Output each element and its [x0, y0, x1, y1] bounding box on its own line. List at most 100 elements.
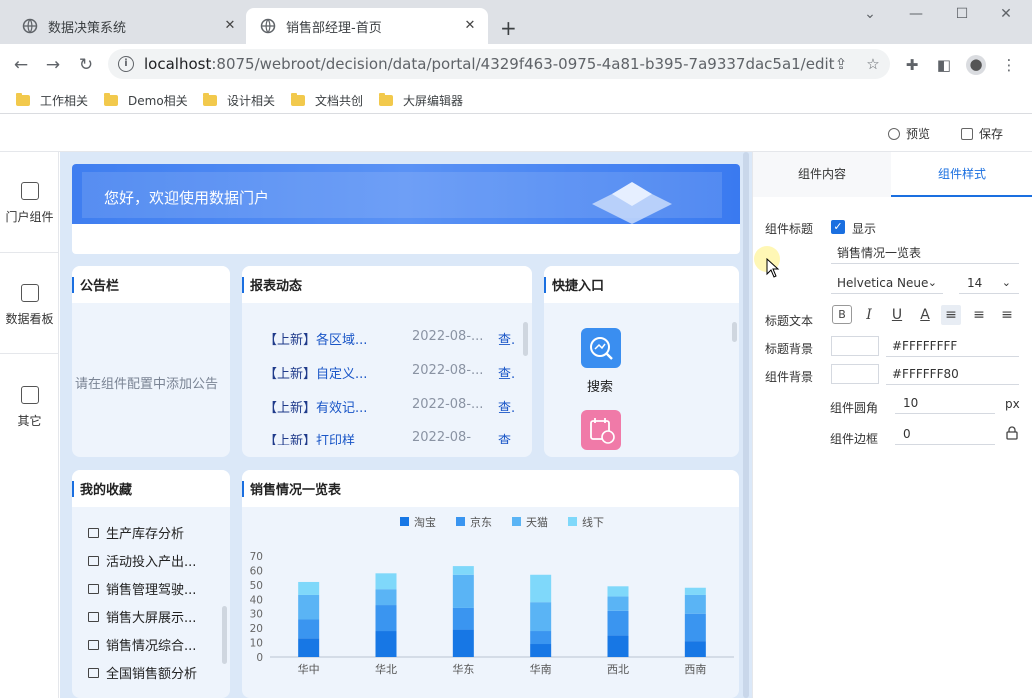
font-family-select[interactable]: Helvetica Neue ⌄ — [831, 272, 943, 294]
sidebar-item-other[interactable]: 其它 — [0, 386, 59, 486]
bar-segment — [607, 635, 629, 657]
report-view-link[interactable]: 查. — [498, 363, 515, 382]
minimize-icon[interactable]: — — [906, 6, 926, 26]
bookmark-folder[interactable]: 设计相关 — [203, 90, 275, 110]
align-center-icon[interactable]: ≡ — [969, 305, 989, 325]
label-title-text: 标题文本 — [765, 314, 814, 328]
y-tick-label: 10 — [250, 638, 263, 650]
schedule-shortcut-button[interactable] — [581, 410, 621, 450]
report-view-link[interactable]: 查. — [498, 329, 515, 348]
sales-overview-card[interactable]: 销售情况一览表 淘宝 京东 天猫 线下 0 10 20 30 40 50 60 70 华中 华北 华东 华南 西… — [242, 470, 739, 698]
profile-avatar-icon[interactable]: ● — [966, 55, 986, 75]
title-bg-color-swatch[interactable] — [831, 336, 879, 356]
close-tab-icon[interactable]: ✕ — [222, 18, 238, 34]
corner-radius-value: 10 — [903, 395, 919, 410]
label-corner-radius: 组件圆角 — [830, 401, 879, 415]
new-tab-icon[interactable]: + — [500, 18, 517, 38]
underline-icon[interactable]: U — [887, 305, 907, 325]
favorite-item[interactable]: 销售大屏展示... — [88, 607, 196, 626]
report-name[interactable]: 自定义... — [316, 367, 367, 382]
report-view-link[interactable]: 查 — [498, 430, 511, 445]
scrollbar-thumb[interactable] — [222, 606, 227, 664]
save-button[interactable]: 保存 — [961, 125, 1003, 142]
sidebar-item-dashboards[interactable]: 数据看板 — [0, 284, 59, 384]
forward-icon[interactable]: → — [44, 56, 62, 74]
italic-icon[interactable]: I — [859, 305, 879, 325]
report-row[interactable]: 【上新】打印样 2022-08- 查 — [264, 430, 524, 445]
border-width-input[interactable]: 0 — [895, 423, 995, 445]
bookmark-folder[interactable]: 工作相关 — [16, 90, 88, 110]
tab-search-icon[interactable]: ⌄ — [860, 6, 880, 26]
align-right-icon[interactable]: ≡ — [997, 305, 1017, 325]
report-name[interactable]: 各区域... — [316, 333, 367, 348]
share-icon[interactable]: ⇪ — [832, 55, 850, 73]
star-icon[interactable]: ☆ — [864, 55, 882, 73]
side-panel-icon[interactable]: ◧ — [935, 56, 953, 74]
report-name[interactable]: 有效记... — [316, 401, 367, 416]
welcome-banner[interactable]: 您好，欢迎使用数据门户 — [72, 164, 740, 254]
report-name[interactable]: 打印样 — [316, 434, 355, 445]
font-size-select[interactable]: 14 ⌄ — [959, 272, 1019, 294]
banner-illustration — [592, 182, 672, 224]
properties-panel: 组件内容 组件样式 组件标题 ✓ 显示 销售情况一览表 Helvetica Ne… — [752, 152, 1032, 698]
extensions-icon[interactable]: ✚ — [903, 56, 921, 74]
report-view-link[interactable]: 查. — [498, 397, 515, 416]
bookmark-folder[interactable]: 文档共创 — [291, 90, 363, 110]
browser-tab-active[interactable]: 销售部经理-首页 ✕ — [246, 8, 488, 44]
address-bar[interactable]: i localhost:8075/webroot/decision/data/p… — [108, 49, 890, 79]
bookmarks-bar: 工作相关 Demo相关 设计相关 文档共创 大屏编辑器 — [0, 86, 1032, 114]
favorite-item[interactable]: 销售情况综合... — [88, 635, 196, 654]
report-row[interactable]: 【上新】有效记... 2022-08-... 查. — [264, 397, 524, 416]
notice-card[interactable]: 公告栏 请在组件配置中添加公告 — [72, 266, 230, 457]
maximize-icon[interactable]: ☐ — [952, 6, 972, 26]
report-row[interactable]: 【上新】各区域... 2022-08-... 查. — [264, 329, 515, 348]
component-bg-color-input[interactable]: #FFFFFF80 — [886, 363, 1019, 385]
legend-label: 天猫 — [526, 516, 548, 529]
folder-icon — [379, 92, 393, 106]
chevron-down-icon: ⌄ — [927, 276, 937, 289]
favorite-label: 销售情况综合... — [106, 639, 197, 654]
sidebar-item-label: 其它 — [17, 414, 42, 428]
title-bg-color-input[interactable]: #FFFFFFFF — [886, 335, 1019, 357]
favorite-item[interactable]: 生产库存分析 — [88, 523, 184, 542]
favorite-item[interactable]: 销售管理驾驶... — [88, 579, 196, 598]
canvas-scrollbar[interactable] — [743, 152, 749, 698]
border-width-value: 0 — [903, 426, 911, 441]
site-info-icon[interactable]: i — [118, 56, 134, 72]
bar-segment — [530, 644, 552, 657]
chart-icon — [88, 555, 99, 566]
report-card[interactable]: 报表动态 【上新】各区域... 2022-08-... 查. 【上新】自定义... 2… — [242, 266, 532, 457]
bookmark-folder[interactable]: 大屏编辑器 — [379, 90, 463, 110]
align-left-icon[interactable]: ≡ — [941, 305, 961, 325]
quick-entry-card[interactable]: 快捷入口 搜索 — [544, 266, 739, 457]
font-color-icon[interactable]: A — [915, 305, 935, 325]
tab-component-style[interactable]: 组件样式 — [891, 152, 1032, 197]
tab-component-content[interactable]: 组件内容 — [753, 152, 891, 197]
sidebar-item-portal-components[interactable]: 门户组件 — [0, 182, 59, 282]
component-bg-color-swatch[interactable] — [831, 364, 879, 384]
legend-swatch — [400, 517, 409, 526]
scrollbar-thumb[interactable] — [523, 322, 528, 356]
favorites-card[interactable]: 我的收藏 生产库存分析 活动投入产出... 销售管理驾驶... 销售大屏展示..… — [72, 470, 230, 698]
bookmark-folder[interactable]: Demo相关 — [104, 90, 188, 110]
lock-icon[interactable] — [1005, 426, 1019, 440]
preview-button[interactable]: 预览 — [888, 125, 930, 142]
favorite-item[interactable]: 全国销售额分析 — [88, 663, 197, 682]
reload-icon[interactable]: ↻ — [77, 56, 95, 74]
title-text-input[interactable]: 销售情况一览表 — [831, 242, 1019, 264]
report-row[interactable]: 【上新】自定义... 2022-08-... 查. — [264, 363, 524, 382]
close-tab-icon[interactable]: ✕ — [462, 18, 478, 34]
bold-icon[interactable]: B — [832, 305, 852, 324]
folder-icon — [291, 92, 305, 106]
browser-tab[interactable]: 数据决策系统 ✕ — [0, 8, 248, 44]
bar-segment — [452, 607, 474, 630]
close-window-icon[interactable]: ✕ — [996, 6, 1016, 26]
corner-radius-input[interactable]: 10 — [895, 392, 995, 414]
search-shortcut-label[interactable]: 搜索 — [587, 376, 613, 395]
show-title-checkbox[interactable]: ✓ — [831, 220, 845, 234]
menu-icon[interactable]: ⋮ — [1000, 56, 1018, 74]
search-shortcut-button[interactable] — [581, 328, 621, 368]
scrollbar-thumb[interactable] — [732, 322, 737, 342]
back-icon[interactable]: ← — [12, 56, 30, 74]
favorite-item[interactable]: 活动投入产出... — [88, 551, 196, 570]
